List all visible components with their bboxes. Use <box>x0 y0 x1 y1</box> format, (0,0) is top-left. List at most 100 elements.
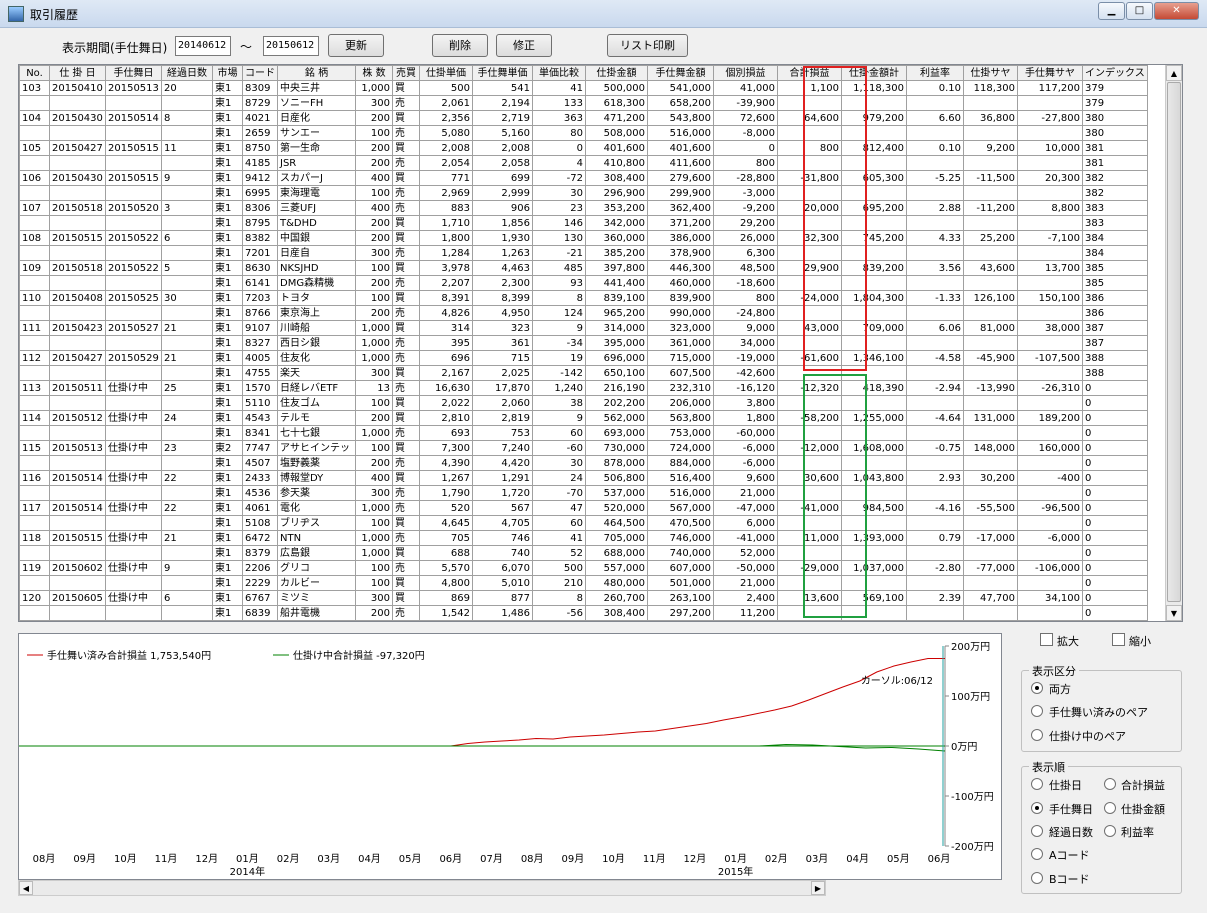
table-cell: 東1 <box>212 260 243 276</box>
display-closed-radio[interactable] <box>1031 705 1043 717</box>
table-row[interactable]: 東1 4185 JSR 200 売 2,054 2,058 4 410,800 411,600 80… <box>19 155 1148 171</box>
horizontal-scrollbar[interactable]: ◀ ▶ <box>18 880 826 896</box>
display-open-radio[interactable] <box>1031 729 1043 741</box>
scroll-down-icon[interactable]: ▼ <box>1166 605 1182 621</box>
column-header[interactable]: 仕 掛 日 <box>49 65 106 81</box>
table-row[interactable]: 東1 6141 DMG森精機 200 売 2,207 2,300 93 441,400 460,0… <box>19 275 1148 291</box>
table-row[interactable]: 119 20150602 仕掛け中 9 東1 2206 グリコ 100 売 5,570 6,070 5… <box>19 560 1148 576</box>
display-both-radio[interactable] <box>1031 682 1043 694</box>
scroll-thumb[interactable] <box>1167 82 1181 602</box>
scroll-right-icon[interactable]: ▶ <box>811 881 825 895</box>
order-days-radio[interactable] <box>1031 825 1043 837</box>
table-cell: 20,300 <box>1017 170 1083 186</box>
table-row[interactable]: 東1 8327 西日シ銀 1,000 売 395 361 -34 395,000 361,000 3… <box>19 335 1148 351</box>
order-total-pnl-radio[interactable] <box>1104 778 1116 790</box>
column-header[interactable]: 仕掛サヤ <box>963 65 1018 81</box>
column-header[interactable]: 売買 <box>392 65 420 81</box>
table-row[interactable]: 105 20150427 20150515 11 東1 8750 第一生命 200 買 2,008… <box>19 140 1148 156</box>
print-list-button[interactable]: リスト印刷 <box>607 34 688 57</box>
table-row[interactable]: 東1 8341 七十七銀 1,000 売 693 753 60 693,000 753,000 -6… <box>19 425 1148 441</box>
table-row[interactable]: 113 20150511 仕掛け中 25 東1 1570 日経レバETF 13 売 16,630 1… <box>19 380 1148 396</box>
order-entry-date-radio[interactable] <box>1031 778 1043 790</box>
order-acode-radio[interactable] <box>1031 848 1043 860</box>
table-row[interactable]: 115 20150513 仕掛け中 23 東2 7747 アサヒインテッ 100 買 7,300 7… <box>19 440 1148 456</box>
close-button[interactable]: ✕ <box>1154 2 1199 20</box>
table-cell: 20150525 <box>105 290 162 306</box>
table-row[interactable]: 東1 4507 塩野義薬 200 売 4,390 4,420 30 878,000 884,000… <box>19 455 1148 471</box>
table-row[interactable]: 104 20150430 20150514 8 東1 4021 日産化 200 買 2,356 2,… <box>19 110 1148 126</box>
table-row[interactable]: 東1 8766 東京海上 200 売 4,826 4,950 124 965,200 990,00… <box>19 305 1148 321</box>
expand-checkbox[interactable] <box>1040 633 1053 646</box>
column-header[interactable]: コード <box>242 65 278 81</box>
table-row[interactable]: 東1 6839 船井電機 200 売 1,542 1,486 -56 308,400 297,20… <box>19 605 1148 621</box>
shrink-checkbox[interactable] <box>1112 633 1125 646</box>
order-profit-rate-radio[interactable] <box>1104 825 1116 837</box>
date-from-input[interactable]: 20140612 <box>175 36 231 56</box>
table-row[interactable]: 106 20150430 20150515 9 東1 9412 スカパーJ 400 買 771 69… <box>19 170 1148 186</box>
table-row[interactable]: 110 20150408 20150525 30 東1 7203 トヨタ 100 買 8,391 8… <box>19 290 1148 306</box>
table-row[interactable]: 東1 4755 楽天 300 買 2,167 2,025 -142 650,100 607,500… <box>19 365 1148 381</box>
delete-button[interactable]: 削除 <box>432 34 488 57</box>
table-row[interactable]: 東1 8795 T&DHD 200 買 1,710 1,856 146 342,000 371,2… <box>19 215 1148 231</box>
column-header[interactable]: 市場 <box>212 65 243 81</box>
table-row[interactable]: 東1 7201 日産自 300 売 1,284 1,263 -21 385,200 378,900… <box>19 245 1148 261</box>
table-cell: 1,267 <box>419 470 473 486</box>
trade-history-table[interactable]: No. 仕 掛 日手仕舞日 経過日数 市場 コード銘 柄株 数売買 仕掛単価 手仕舞単価 単価… <box>18 64 1183 622</box>
order-entry-amount-radio[interactable] <box>1104 802 1116 814</box>
pnl-chart[interactable]: 手仕舞い済み合計損益 1,753,540円 仕掛け中合計損益 -97,320円 20… <box>18 633 1002 880</box>
column-header[interactable]: 利益率 <box>906 65 964 81</box>
scroll-up-icon[interactable]: ▲ <box>1166 65 1182 81</box>
table-row[interactable]: 108 20150515 20150522 6 東1 8382 中国銀 200 買 1,800 1,… <box>19 230 1148 246</box>
column-header[interactable]: 仕掛単価 <box>419 65 473 81</box>
table-row[interactable]: 116 20150514 仕掛け中 22 東1 2433 博報堂DY 400 買 1,267 1,2… <box>19 470 1148 486</box>
table-cell <box>105 245 162 261</box>
table-row[interactable]: 117 20150514 仕掛け中 22 東1 4061 電化 1,000 売 520 567 47 5… <box>19 500 1148 516</box>
order-bcode-radio[interactable] <box>1031 872 1043 884</box>
date-to-input[interactable]: 20150612 <box>263 36 319 56</box>
table-cell: -34 <box>532 335 586 351</box>
column-header[interactable]: 経過日数 <box>161 65 213 81</box>
table-cell: 2,810 <box>419 410 473 426</box>
maximize-button[interactable]: □ <box>1126 2 1153 20</box>
column-header[interactable]: 単価比較 <box>532 65 586 81</box>
table-cell: 11 <box>161 140 213 156</box>
table-row[interactable]: 東1 8729 ソニーFH 300 売 2,061 2,194 133 618,300 658,2… <box>19 95 1148 111</box>
table-row[interactable]: 120 20150605 仕掛け中 6 東1 6767 ミツミ 300 買 869 877 8 260,… <box>19 590 1148 606</box>
table-cell <box>906 545 964 561</box>
table-row[interactable]: 103 20150410 20150513 20 東1 8309 中央三井 1,000 買 500… <box>19 80 1148 96</box>
column-header[interactable]: 手仕舞金額 <box>647 65 714 81</box>
minimize-button[interactable]: ▁ <box>1098 2 1125 20</box>
table-row[interactable]: 111 20150423 20150527 21 東1 9107 川崎船 1,000 買 314 3… <box>19 320 1148 336</box>
table-row[interactable]: 東1 6995 東海理電 100 売 2,969 2,999 30 296,900 299,900… <box>19 185 1148 201</box>
table-row[interactable]: 107 20150518 20150520 3 東1 8306 三菱UFJ 400 売 883 90… <box>19 200 1148 216</box>
refresh-button[interactable]: 更新 <box>328 34 384 57</box>
table-cell: 20150602 <box>49 560 106 576</box>
column-header[interactable]: 手仕舞サヤ <box>1017 65 1083 81</box>
table-row[interactable]: 109 20150518 20150522 5 東1 8630 NKSJHD 100 買 3,97… <box>19 260 1148 276</box>
table-cell: 2,999 <box>472 185 533 201</box>
column-header[interactable]: 手仕舞日 <box>105 65 162 81</box>
scroll-left-icon[interactable]: ◀ <box>19 881 33 895</box>
order-exit-date-radio[interactable] <box>1031 802 1043 814</box>
table-row[interactable]: 東1 8379 広島銀 1,000 買 688 740 52 688,000 740,000 52,… <box>19 545 1148 561</box>
table-row[interactable]: 東1 5110 住友ゴム 100 買 2,022 2,060 38 202,200 206,000… <box>19 395 1148 411</box>
column-header[interactable]: 仕掛金額 <box>585 65 648 81</box>
table-row[interactable]: 東1 2659 サンエー 100 売 5,080 5,160 80 508,000 516,000… <box>19 125 1148 141</box>
table-row[interactable]: 東1 4536 参天薬 300 売 1,790 1,720 -70 537,000 516,000… <box>19 485 1148 501</box>
column-header[interactable]: インデックス <box>1082 65 1148 81</box>
table-cell: 0 <box>1082 380 1148 396</box>
column-header[interactable]: No. <box>19 65 50 81</box>
column-header[interactable]: 個別損益 <box>713 65 778 81</box>
column-header[interactable]: 銘 柄 <box>277 65 356 81</box>
table-row[interactable]: 112 20150427 20150529 21 東1 4005 住友化 1,000 売 696 7… <box>19 350 1148 366</box>
edit-button[interactable]: 修正 <box>496 34 552 57</box>
column-header[interactable]: 仕掛金額計 <box>841 65 907 81</box>
table-row[interactable]: 東1 5108 ブリヂス 100 買 4,645 4,705 60 464,500 470,500… <box>19 515 1148 531</box>
column-header[interactable]: 株 数 <box>355 65 393 81</box>
vertical-scrollbar[interactable]: ▲ ▼ <box>1165 65 1182 621</box>
table-row[interactable]: 東1 2229 カルビー 100 買 4,800 5,010 210 480,000 501,00… <box>19 575 1148 591</box>
table-row[interactable]: 114 20150512 仕掛け中 24 東1 4543 テルモ 200 買 2,810 2,819… <box>19 410 1148 426</box>
table-row[interactable]: 118 20150515 仕掛け中 21 東1 6472 NTN 1,000 売 705 746 41… <box>19 530 1148 546</box>
column-header[interactable]: 手仕舞単価 <box>472 65 533 81</box>
column-header[interactable]: 合計損益 <box>777 65 842 81</box>
